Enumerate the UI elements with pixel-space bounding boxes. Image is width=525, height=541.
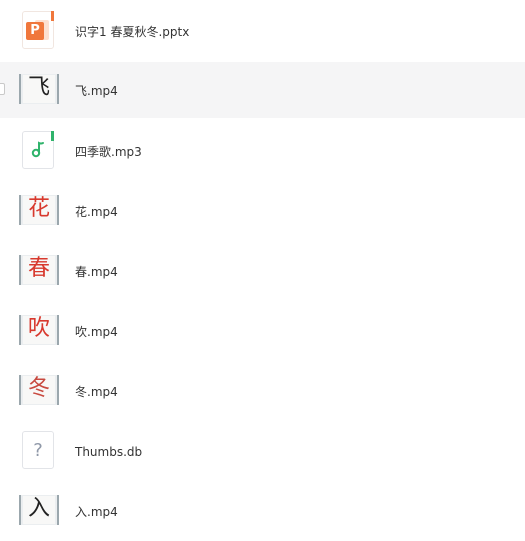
music-note-icon (31, 141, 44, 158)
file-row-chun-mp4[interactable]: 春 春.mp4 (0, 243, 525, 299)
file-row-thumbs-db[interactable]: ? Thumbs.db (0, 423, 525, 479)
video-thumbnail: 冬 (19, 373, 59, 407)
file-row-ru-mp4[interactable]: 入 入.mp4 (0, 483, 525, 539)
audio-file-icon (19, 131, 59, 169)
file-name: 春.mp4 (75, 265, 118, 279)
file-name: 识字1 春夏秋冬.pptx (75, 25, 190, 39)
ppt-file-icon: P (19, 11, 59, 49)
video-thumbnail: 入 (19, 493, 59, 527)
file-row-fei-mp4[interactable]: 飞 飞.mp4 (0, 62, 525, 118)
file-name: 吹.mp4 (75, 325, 118, 339)
video-thumbnail: 飞 (19, 72, 59, 106)
row-checkbox[interactable] (0, 83, 5, 95)
thumbnail-character: 飞 (27, 75, 50, 100)
video-thumbnail: 春 (19, 253, 59, 287)
file-row-chui-mp4[interactable]: 吹 吹.mp4 (0, 303, 525, 359)
file-row-dong-mp4[interactable]: 冬 冬.mp4 (0, 363, 525, 419)
question-mark-icon: ? (33, 440, 43, 461)
thumbnail-character: 冬 (27, 376, 50, 401)
file-list: P 识字1 春夏秋冬.pptx 飞 飞.mp4 四季歌.mp3 花 花.mp4 … (0, 0, 525, 538)
thumbnail-character: 春 (27, 256, 50, 281)
file-name: 入.mp4 (75, 505, 118, 519)
video-thumbnail: 花 (19, 193, 59, 227)
thumbnail-character: 花 (27, 196, 50, 221)
file-name: 四季歌.mp3 (75, 145, 142, 159)
file-row-hua-mp4[interactable]: 花 花.mp4 (0, 183, 525, 239)
thumbnail-character: 吹 (27, 316, 50, 341)
file-row-mp3[interactable]: 四季歌.mp3 (0, 123, 525, 179)
file-name: 飞.mp4 (75, 84, 118, 98)
thumbnail-character: 入 (27, 496, 50, 521)
file-name: Thumbs.db (75, 445, 143, 459)
unknown-file-icon: ? (19, 431, 59, 469)
video-thumbnail: 吹 (19, 313, 59, 347)
file-name: 花.mp4 (75, 205, 118, 219)
file-row-pptx[interactable]: P 识字1 春夏秋冬.pptx (0, 3, 525, 59)
file-name: 冬.mp4 (75, 385, 118, 399)
